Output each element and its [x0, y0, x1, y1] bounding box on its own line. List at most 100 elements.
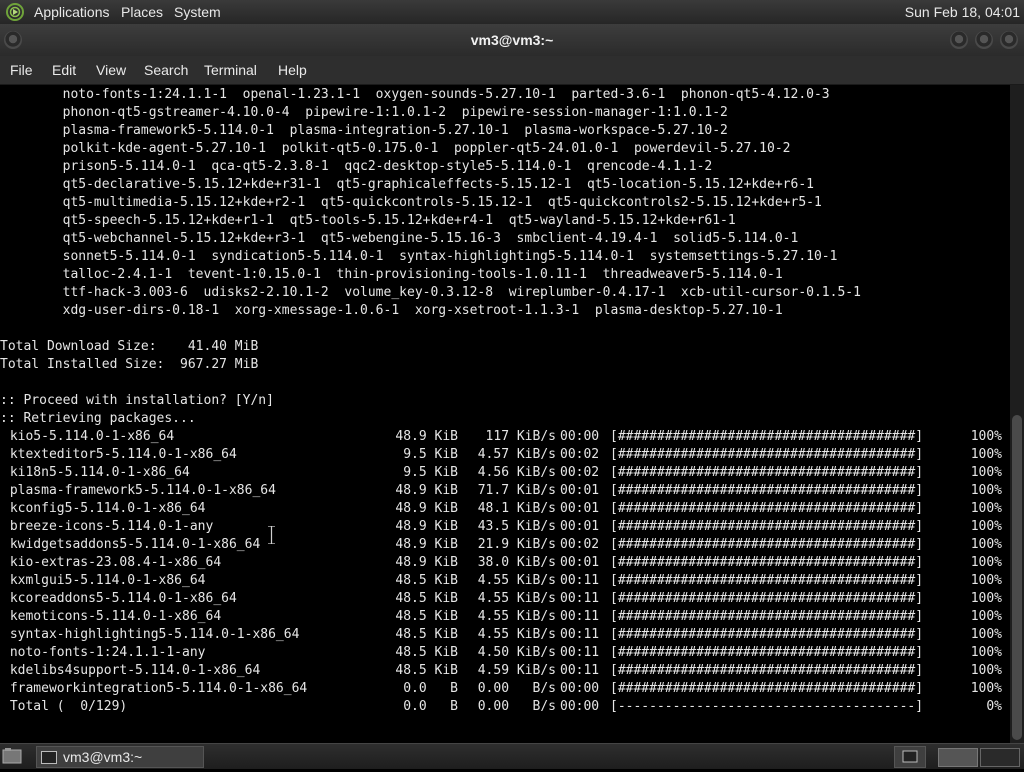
workspace-2[interactable]: [980, 748, 1020, 767]
window-title: vm3@vm3:~: [470, 32, 554, 48]
show-desktop-icon[interactable]: [2, 747, 22, 765]
download-progress-bar: [######################################]: [610, 537, 924, 552]
download-percent: 100%: [970, 447, 1002, 462]
download-time: 00:11: [560, 591, 600, 606]
terminal-icon: [41, 751, 57, 764]
download-row: kxmlgui5-5.114.0-1-x86_64 48.5 KiB 4.55 Ki…: [0, 572, 1010, 590]
download-summary-line: Total Download Size: 41.40 MiB: [0, 339, 259, 354]
download-row: ktexteditor5-5.114.0-1-x86_64 9.5 KiB 4.57…: [0, 446, 1010, 464]
download-row: breeze-icons-5.114.0-1-any 48.9 KiB 43.5 K…: [0, 518, 1010, 536]
top-panel: Applications Places System Sun Feb 18, 0…: [0, 0, 1024, 24]
package-list-line: qt5-declarative-5.15.12+kde+r31-1 qt5-gr…: [0, 177, 814, 192]
download-row: ki18n5-5.114.0-1-x86_64 9.5 KiB 4.56 KiB/s…: [0, 464, 1010, 482]
download-size: 48.9 KiB: [395, 429, 458, 444]
workspace-1[interactable]: [938, 748, 978, 767]
terminal-scrollbar[interactable]: [1010, 85, 1024, 743]
download-size: 48.9 KiB: [395, 483, 458, 498]
system-menu[interactable]: System: [174, 0, 221, 24]
download-package-name: Total ( 0/129): [2, 699, 128, 714]
menu-search[interactable]: Search: [144, 56, 188, 84]
download-time: 00:11: [560, 645, 600, 660]
package-list-line: prison5-5.114.0-1 qca-qt5-2.3.8-1 qqc2-d…: [0, 159, 713, 174]
download-percent: 100%: [970, 501, 1002, 516]
download-package-name: plasma-framework5-5.114.0-1-x86_64: [2, 483, 276, 498]
taskbar-item-label: vm3@vm3:~: [63, 749, 143, 765]
download-time: 00:01: [560, 483, 600, 498]
window-titlebar[interactable]: vm3@vm3:~: [0, 24, 1024, 56]
menu-file[interactable]: File: [10, 56, 33, 84]
applications-menu[interactable]: Applications: [34, 0, 110, 24]
download-rate: 4.56 KiB/s: [477, 465, 556, 480]
download-progress-bar: [######################################]: [610, 555, 924, 570]
download-progress-bar: [######################################]: [610, 573, 924, 588]
scrollbar-thumb[interactable]: [1012, 415, 1022, 740]
download-package-name: noto-fonts-1:24.1.1-1-any: [2, 645, 206, 660]
download-row: kcoreaddons5-5.114.0-1-x86_64 48.5 KiB 4.5…: [0, 590, 1010, 608]
download-percent: 100%: [970, 573, 1002, 588]
download-rate: 71.7 KiB/s: [477, 483, 556, 498]
download-package-name: kxmlgui5-5.114.0-1-x86_64: [2, 573, 206, 588]
download-rate: 21.9 KiB/s: [477, 537, 556, 552]
download-size: 48.5 KiB: [395, 645, 458, 660]
menu-help[interactable]: Help: [278, 56, 307, 84]
download-time: 00:02: [560, 447, 600, 462]
bottom-panel: vm3@vm3:~: [0, 743, 1024, 769]
download-package-name: kio5-5.114.0-1-x86_64: [2, 429, 175, 444]
maximize-button[interactable]: [975, 31, 993, 49]
ibeam-cursor-icon: [268, 526, 275, 544]
download-progress-bar: [######################################]: [610, 663, 924, 678]
download-rate: 4.55 KiB/s: [477, 609, 556, 624]
package-list-line: noto-fonts-1:24.1.1-1 openal-1.23.1-1 ox…: [0, 87, 830, 102]
places-menu[interactable]: Places: [121, 0, 163, 24]
terminal-menubar: File Edit View Search Terminal Help: [0, 56, 1024, 85]
download-row: syntax-highlighting5-5.114.0-1-x86_64 48.…: [0, 626, 1010, 644]
download-percent: 100%: [970, 429, 1002, 444]
taskbar-item-terminal[interactable]: vm3@vm3:~: [36, 746, 204, 768]
download-package-name: ktexteditor5-5.114.0-1-x86_64: [2, 447, 237, 462]
download-package-name: kio-extras-23.08.4-1-x86_64: [2, 555, 222, 570]
download-percent: 100%: [970, 591, 1002, 606]
package-list-line: qt5-speech-5.15.12+kde+r1-1 qt5-tools-5.…: [0, 213, 736, 228]
download-time: 00:00: [560, 699, 600, 714]
download-rate: 4.59 KiB/s: [477, 663, 556, 678]
close-button[interactable]: [1000, 31, 1018, 49]
download-rate: 4.55 KiB/s: [477, 591, 556, 606]
download-size: 9.5 KiB: [403, 447, 458, 462]
menu-edit[interactable]: Edit: [52, 56, 76, 84]
tray-terminal-icon[interactable]: [894, 746, 926, 768]
download-progress-bar: [######################################]: [610, 429, 924, 444]
distro-logo-icon[interactable]: [5, 2, 25, 22]
download-time: 00:01: [560, 555, 600, 570]
download-progress-bar: [--------------------------------------]: [610, 699, 924, 714]
download-package-name: breeze-icons-5.114.0-1-any: [2, 519, 214, 534]
package-list-line: xdg-user-dirs-0.18-1 xorg-xmessage-1.0.6…: [0, 303, 783, 318]
download-rate: 4.55 KiB/s: [477, 627, 556, 642]
menu-view[interactable]: View: [96, 56, 126, 84]
package-list-line: sonnet5-5.114.0-1 syndication5-5.114.0-1…: [0, 249, 838, 264]
download-row: kio-extras-23.08.4-1-x86_64 48.9 KiB 38.0 …: [0, 554, 1010, 572]
download-row: kdelibs4support-5.114.0-1-x86_64 48.5 KiB…: [0, 662, 1010, 680]
download-progress-bar: [######################################]: [610, 591, 924, 606]
download-percent: 100%: [970, 483, 1002, 498]
download-size: 48.9 KiB: [395, 519, 458, 534]
download-time: 00:01: [560, 519, 600, 534]
terminal-output[interactable]: noto-fonts-1:24.1.1-1 openal-1.23.1-1 ox…: [0, 85, 1010, 743]
download-rate: 117 KiB/s: [485, 429, 556, 444]
download-package-name: kconfig5-5.114.0-1-x86_64: [2, 501, 206, 516]
download-percent: 100%: [970, 609, 1002, 624]
download-size: 48.9 KiB: [395, 555, 458, 570]
menu-terminal[interactable]: Terminal: [204, 56, 257, 84]
clock[interactable]: Sun Feb 18, 04:01: [905, 0, 1020, 24]
minimize-button[interactable]: [950, 31, 968, 49]
terminal-small-icon: [902, 750, 918, 763]
download-row: kio5-5.114.0-1-x86_64 48.9 KiB 117 KiB/s 00…: [0, 428, 1010, 446]
download-progress-bar: [######################################]: [610, 627, 924, 642]
package-list-line: talloc-2.4.1-1 tevent-1:0.15.0-1 thin-pr…: [0, 267, 783, 282]
pacman-message-line: :: Proceed with installation? [Y/n]: [0, 393, 274, 408]
download-row: noto-fonts-1:24.1.1-1-any 48.5 KiB 4.50 Ki…: [0, 644, 1010, 662]
download-time: 00:00: [560, 429, 600, 444]
download-size: 48.5 KiB: [395, 609, 458, 624]
download-package-name: ki18n5-5.114.0-1-x86_64: [2, 465, 190, 480]
download-time: 00:02: [560, 537, 600, 552]
download-size: 9.5 KiB: [403, 465, 458, 480]
